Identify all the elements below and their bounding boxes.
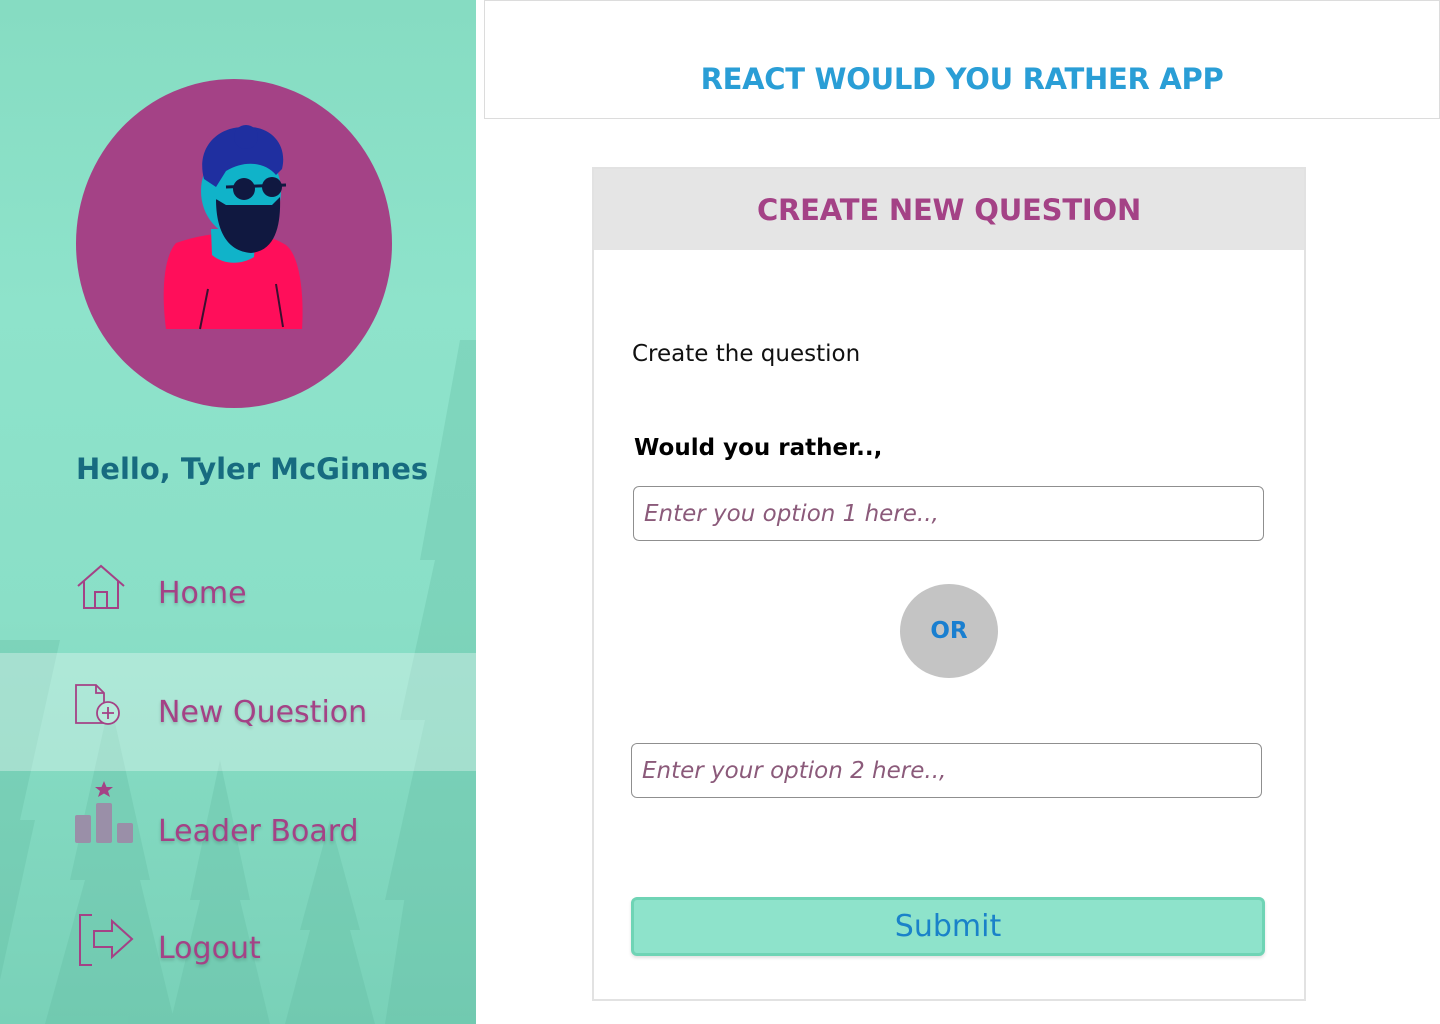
question-prompt: Create the question <box>632 341 861 367</box>
sidebar: Hello, Tyler McGinnes Home New Question … <box>0 0 476 1024</box>
new-question-card: CREATE NEW QUESTION Create the question … <box>592 167 1306 1001</box>
nav-label-new-question: New Question <box>158 695 368 730</box>
nav-item-logout[interactable]: Logout <box>0 889 476 1007</box>
nav-item-leader-board[interactable]: Leader Board <box>0 771 476 889</box>
nav-label-logout: Logout <box>158 931 261 966</box>
nav-item-new-question[interactable]: New Question <box>0 653 476 771</box>
home-icon <box>77 564 125 609</box>
user-greeting: Hello, Tyler McGinnes <box>76 452 429 486</box>
logout-icon <box>79 914 134 966</box>
leaderboard-icon <box>75 781 133 843</box>
card-header: CREATE NEW QUESTION <box>594 169 1304 250</box>
app-title: REACT WOULD YOU RATHER APP <box>700 61 1224 96</box>
would-you-rather-label: Would you rather.., <box>634 435 883 461</box>
or-label: OR <box>930 618 968 644</box>
user-illustration <box>163 125 303 330</box>
user-avatar <box>76 79 392 408</box>
new-document-icon <box>75 684 120 725</box>
submit-button[interactable]: Submit <box>631 897 1265 956</box>
option-one-input[interactable] <box>633 486 1264 541</box>
card-title: CREATE NEW QUESTION <box>756 192 1142 227</box>
nav-label-leader-board: Leader Board <box>158 814 359 849</box>
app-header: REACT WOULD YOU RATHER APP <box>484 0 1440 119</box>
nav-label-home: Home <box>158 576 247 611</box>
or-divider: OR <box>900 584 998 678</box>
nav-item-home[interactable]: Home <box>0 536 476 654</box>
option-two-input[interactable] <box>631 743 1262 798</box>
